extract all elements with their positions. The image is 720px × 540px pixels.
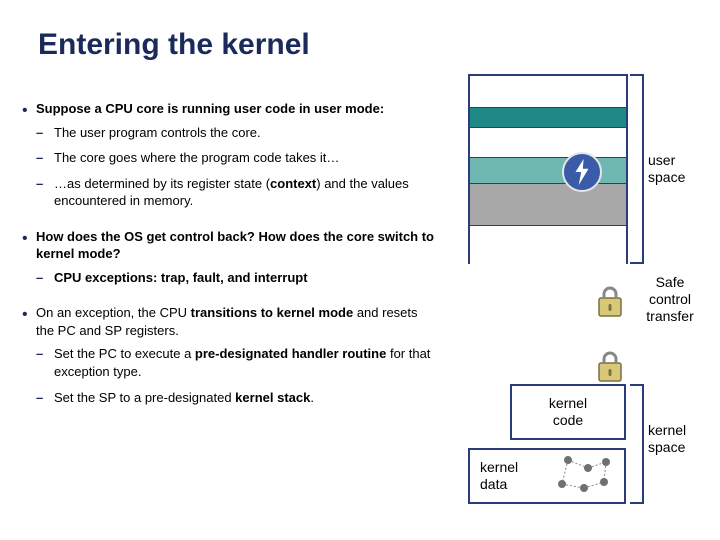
- stack-layer: [470, 76, 626, 108]
- kernel-space-group: kernel code kernel data: [468, 384, 628, 504]
- text-fragment: .: [310, 390, 314, 405]
- bullet-1-sub-2: The core goes where the program code tak…: [36, 149, 436, 167]
- text-fragment-bold: transitions to kernel mode: [191, 305, 354, 320]
- text-fragment: On an exception, the CPU: [36, 305, 191, 320]
- label-user-space: user space: [648, 152, 685, 186]
- dot-icon: [600, 478, 608, 486]
- bullet-3: On an exception, the CPU transitions to …: [22, 304, 452, 414]
- bullet-3-sub-2: Set the SP to a pre-designated kernel st…: [36, 389, 436, 407]
- stack-layer: [470, 184, 626, 226]
- text-line: space: [648, 169, 685, 185]
- bullet-2-sub-1: CPU exceptions: trap, fault, and interru…: [36, 269, 436, 287]
- dot-icon: [584, 464, 592, 472]
- text-line: space: [648, 439, 685, 455]
- text-line: transfer: [646, 308, 693, 324]
- text-fragment: Set the PC to execute a: [54, 346, 195, 361]
- stack-layer: [470, 158, 626, 184]
- text-line: kernel: [549, 395, 587, 411]
- dot-icon: [580, 484, 588, 492]
- bullet-1-sub-3: …as determined by its register state (co…: [36, 175, 436, 210]
- label-safe-transfer: Safe control transfer: [638, 274, 702, 324]
- stack-layer: [470, 108, 626, 128]
- dot-icon: [564, 456, 572, 464]
- stack-layer: [470, 226, 626, 264]
- bullet-2-head: How does the OS get control back? How do…: [36, 229, 434, 262]
- bullet-1-sub-1: The user program controls the core.: [36, 124, 436, 142]
- bracket-kernel-space: [630, 384, 644, 504]
- bullet-3-sub-1: Set the PC to execute a pre-designated h…: [36, 345, 436, 380]
- text-line: code: [553, 412, 583, 428]
- bullet-content: Suppose a CPU core is running user code …: [22, 100, 452, 424]
- text-line: control: [649, 291, 691, 307]
- text-fragment-bold: kernel stack: [235, 390, 310, 405]
- bullet-2: How does the OS get control back? How do…: [22, 228, 452, 295]
- label-kernel-space: kernel space: [648, 422, 686, 456]
- bolt-icon: [562, 152, 602, 192]
- bullet-1: Suppose a CPU core is running user code …: [22, 100, 452, 218]
- bullet-1-head: Suppose a CPU core is running user code …: [36, 101, 384, 116]
- text-line: kernel: [648, 422, 686, 438]
- text-line: user: [648, 152, 675, 168]
- dot-icon: [558, 480, 566, 488]
- text-line: Safe: [656, 274, 685, 290]
- kernel-data-dots: [550, 456, 620, 496]
- text-line: data: [480, 476, 507, 492]
- lock-icon: [596, 349, 624, 383]
- text-fragment-bold: pre-designated handler routine: [195, 346, 386, 361]
- slide-title: Entering the kernel: [38, 28, 310, 62]
- bullet-3-head: On an exception, the CPU transitions to …: [36, 305, 418, 338]
- text-fragment: Set the SP to a pre-designated: [54, 390, 235, 405]
- text-fragment: …as determined by its register state (: [54, 176, 270, 191]
- dot-icon: [602, 458, 610, 466]
- kernel-code-box: kernel code: [510, 384, 626, 440]
- user-space-stack: [468, 74, 628, 264]
- lock-icon: [596, 284, 624, 318]
- bracket-user-space: [630, 74, 644, 264]
- text-line: kernel: [480, 459, 518, 475]
- stack-layer: [470, 128, 626, 158]
- text-fragment-bold: context: [270, 176, 316, 191]
- diagram-area: user space Safe control transfer kernel …: [468, 74, 708, 524]
